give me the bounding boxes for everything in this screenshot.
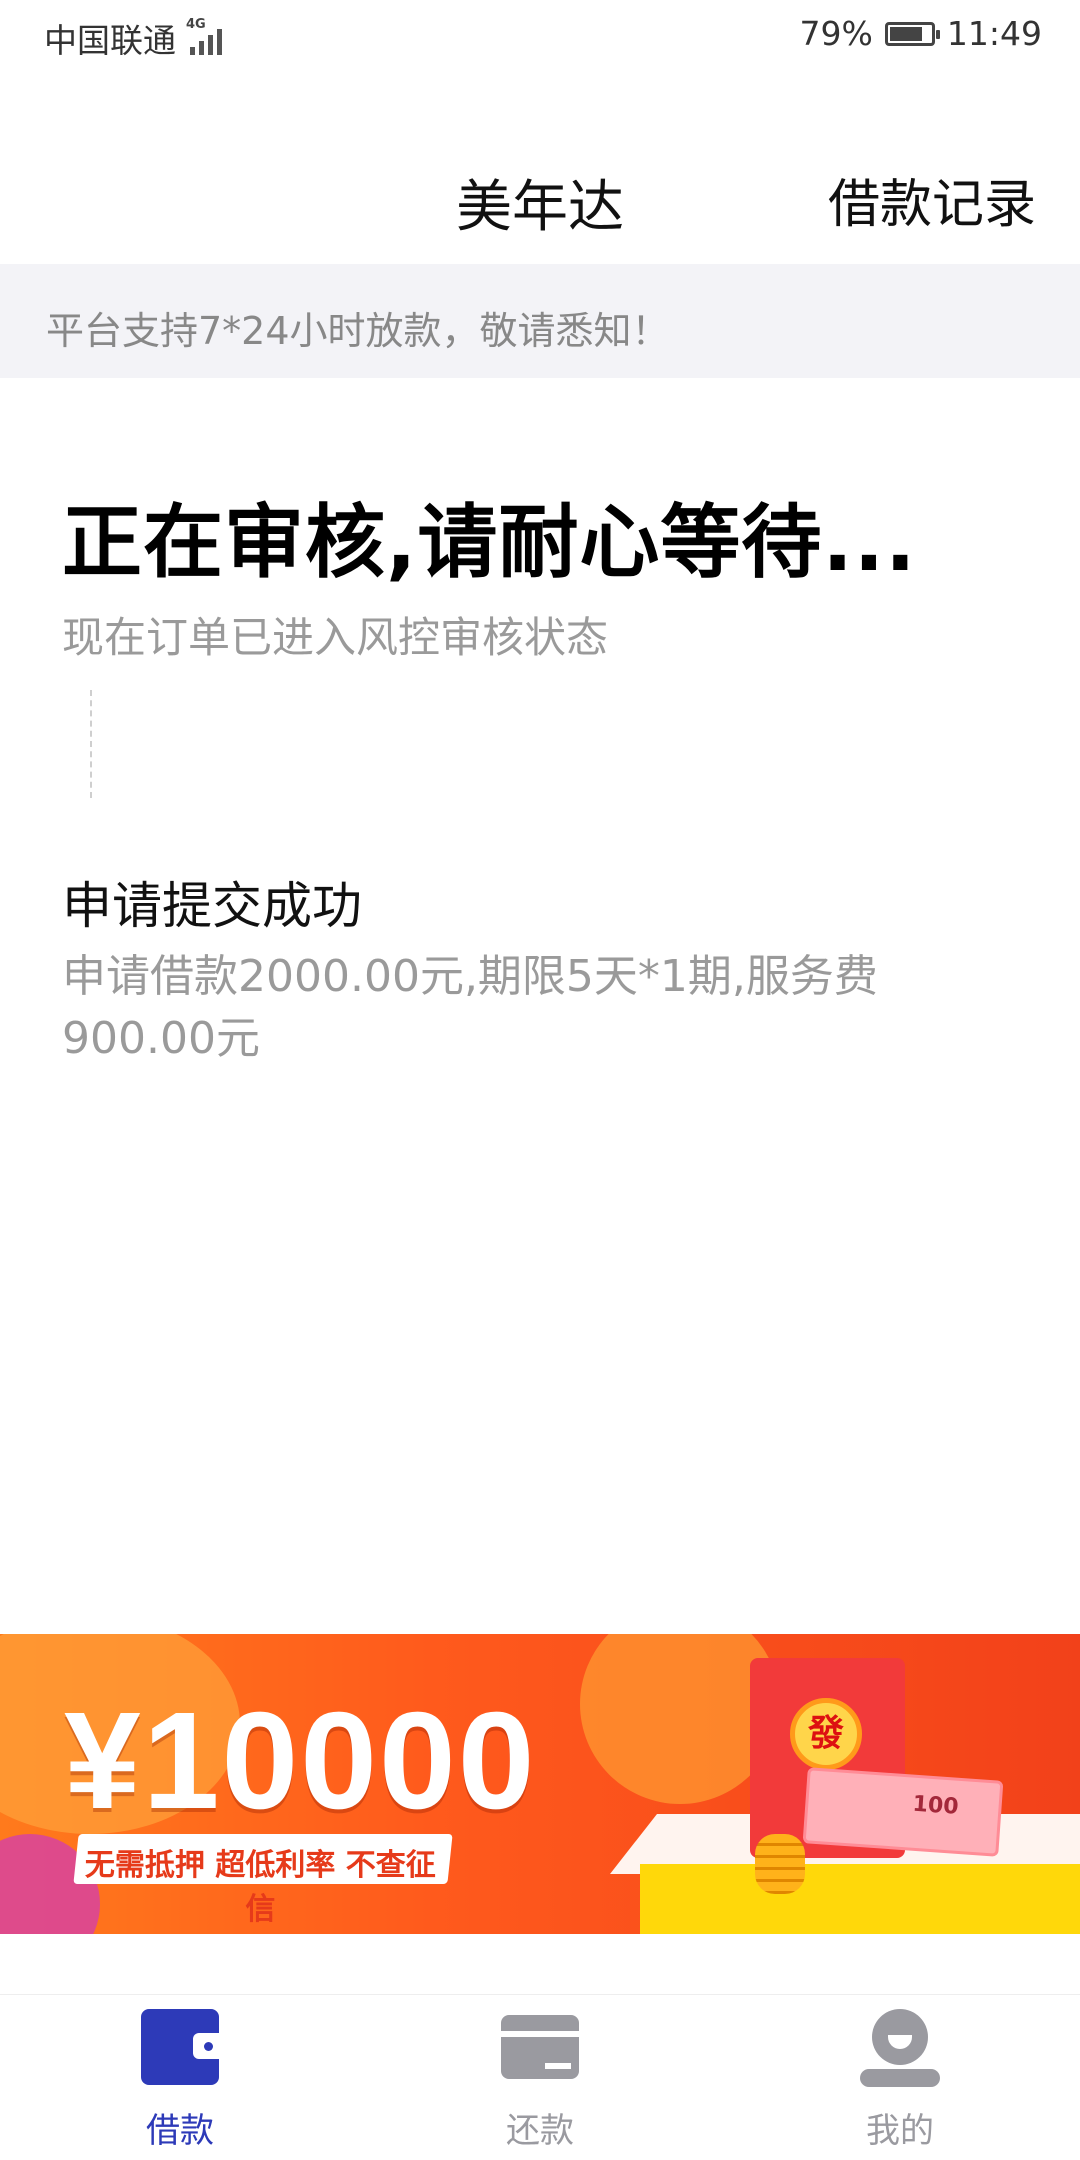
step-description: 申请借款2000.00元,期限5天*1期,服务费900.00元 xyxy=(62,951,878,1064)
signal-bar xyxy=(190,47,195,55)
banner-slogan-tag: 无需抵押 超低利率 不查征信 xyxy=(73,1834,453,1927)
banner-slogan: 无需抵押 超低利率 不查征信 xyxy=(84,1848,436,1927)
app-header: 美年达 借款记录 xyxy=(0,72,1080,264)
loan-records-link[interactable]: 借款记录 xyxy=(828,162,1036,237)
nav-item-me[interactable]: 我的 xyxy=(820,2009,980,2151)
nav-item-repay[interactable]: 还款 xyxy=(460,2009,620,2151)
coin-stack-icon xyxy=(755,1834,805,1894)
cash-note-value: 100 xyxy=(911,1791,960,1820)
step-title: 申请提交成功 xyxy=(62,877,362,935)
card-icon xyxy=(501,2015,579,2079)
wallet-icon xyxy=(141,2009,219,2085)
status-bar: 中国联通 4G 79% 11:49 xyxy=(0,0,1080,72)
notice-bar: 平台支持7*24小时放款，敬请悉知！ xyxy=(0,264,1080,378)
person-head xyxy=(872,2009,928,2065)
signal-bar xyxy=(208,35,213,55)
person-body xyxy=(860,2069,940,2087)
signal-bar xyxy=(199,41,204,55)
envelope-seal: 發 xyxy=(790,1698,862,1770)
notice-text: 平台支持7*24小时放款，敬请悉知！ xyxy=(46,309,670,353)
status-left: 中国联通 4G xyxy=(44,14,222,62)
nav-label-loan: 借款 xyxy=(146,2111,214,2151)
nav-label-repay: 还款 xyxy=(506,2111,574,2151)
banner-amount: ¥10000 xyxy=(64,1684,537,1838)
carrier-name: 中国联通 xyxy=(44,21,176,60)
bottom-nav: 借款 还款 我的 xyxy=(0,1994,1080,2160)
promo-banner[interactable]: ¥10000 无需抵押 超低利率 不查征信 發 100 xyxy=(0,1634,1080,1934)
nav-item-loan[interactable]: 借款 xyxy=(100,2009,260,2151)
clock-time: 11:49 xyxy=(946,14,1042,53)
network-type: 4G xyxy=(186,17,206,32)
battery-percent: 79% xyxy=(799,14,873,53)
review-heading: 正在审核,请耐心等待... xyxy=(62,496,917,589)
person-icon xyxy=(860,2009,940,2089)
nav-label-me: 我的 xyxy=(866,2111,934,2151)
screen: 中国联通 4G 79% 11:49 美年达 借款记录 平台支持7*24小时放款，… xyxy=(0,0,1080,2160)
banner-stage xyxy=(640,1864,1080,1934)
timeline-connector xyxy=(90,690,92,798)
battery-icon xyxy=(884,21,940,46)
battery-fill xyxy=(889,26,922,41)
signal-bar xyxy=(217,29,222,55)
cash-stack-icon: 100 xyxy=(802,1767,1004,1857)
review-subtext: 现在订单已进入风控审核状态 xyxy=(62,613,609,662)
status-right: 79% 11:49 xyxy=(800,14,1042,53)
signal-icon: 4G xyxy=(186,17,222,55)
